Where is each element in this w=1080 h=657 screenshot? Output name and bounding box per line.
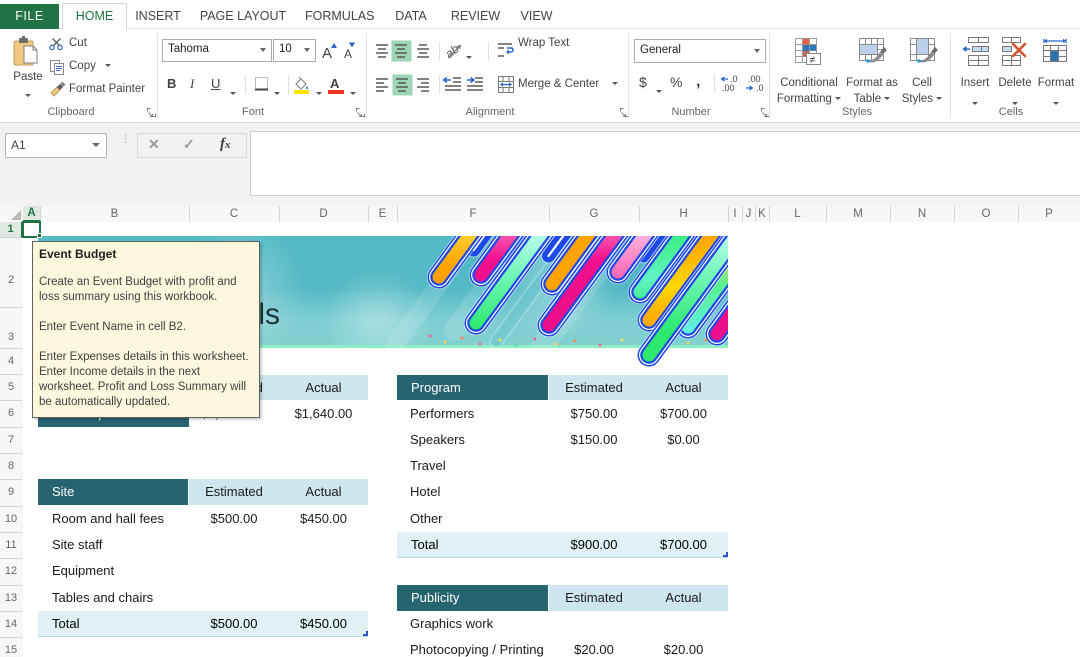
svg-text:A: A	[322, 45, 332, 62]
svg-text:.00: .00	[722, 83, 735, 93]
svg-text:≠: ≠	[810, 55, 816, 66]
svg-text:ab: ab	[443, 42, 462, 61]
svg-text:A: A	[330, 76, 340, 91]
svg-text:.0: .0	[756, 83, 764, 93]
svg-text:A: A	[344, 47, 352, 61]
